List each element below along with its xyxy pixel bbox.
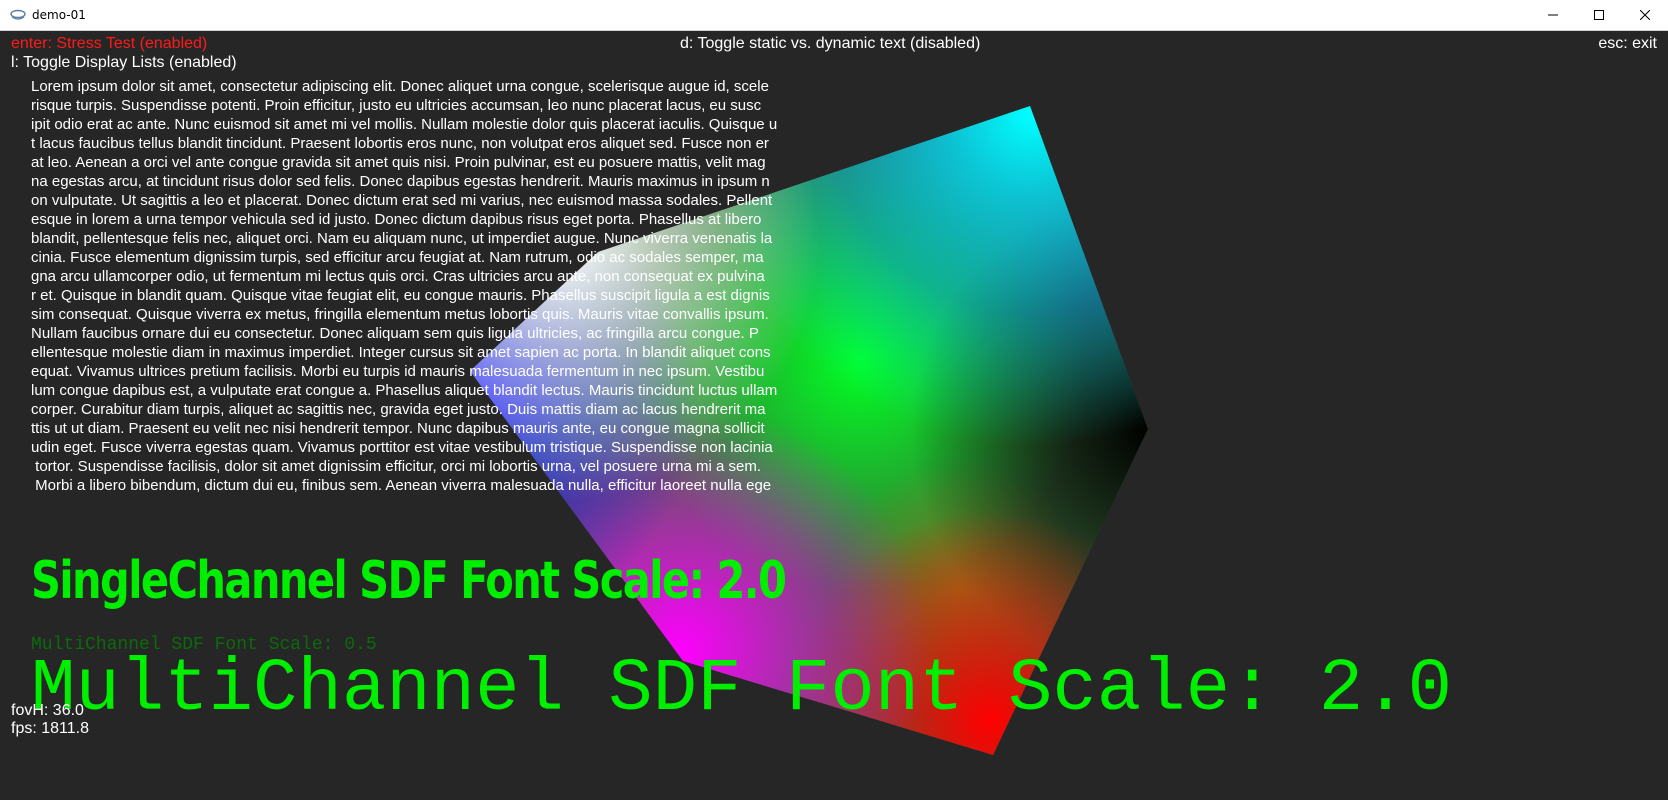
lorem-line: corper. Curabitur diam turpis, aliquet a… [31, 401, 766, 418]
maximize-button[interactable] [1576, 0, 1622, 30]
app-icon [10, 9, 26, 20]
exit-hint: esc: exit [1598, 35, 1657, 52]
fov-readout: fovH: 36.0 [11, 702, 84, 719]
lorem-line: ellentesque molestie diam in maximus imp… [31, 344, 771, 361]
close-button[interactable] [1622, 0, 1668, 30]
lorem-text-block: Lorem ipsum dolor sit amet, consectetur … [31, 77, 871, 495]
lorem-line: t lacus faucibus tellus blandit tincidun… [31, 135, 769, 152]
lorem-line: lum congue dapibus est, a vulputate erat… [31, 382, 778, 399]
display-lists-hint: l: Toggle Display Lists (enabled) [11, 54, 237, 71]
single-channel-sdf-text: SingleChannel SDF Font Scale: 2.0 [31, 551, 787, 611]
maximize-icon [1594, 10, 1604, 20]
lorem-line: ttis ut ut diam. Praesent eu velit nec n… [31, 420, 765, 437]
lorem-line: risque turpis. Suspendisse potenti. Proi… [31, 97, 762, 114]
toggle-text-hint: d: Toggle static vs. dynamic text (disab… [680, 35, 981, 52]
minimize-button[interactable] [1530, 0, 1576, 30]
lorem-line: Lorem ipsum dolor sit amet, consectetur … [31, 78, 769, 95]
lorem-line: sim consequat. Quisque viverra ex metus,… [31, 306, 769, 323]
lorem-line: gna arcu ullamcorper odio, ut fermentum … [31, 268, 765, 285]
lorem-line: blandit, pellentesque felis nec, aliquet… [31, 230, 773, 247]
lorem-line: tortor. Suspendisse facilisis, dolor sit… [31, 458, 762, 475]
fps-readout: fps: 1811.8 [11, 720, 89, 737]
stress-test-hint: enter: Stress Test (enabled) [11, 35, 208, 52]
title-bar[interactable]: demo-01 [0, 0, 1668, 31]
lorem-line: esque in lorem a urna tempor vehicula se… [31, 211, 762, 228]
lorem-line: ipit odio erat ac ante. Nunc euismod sit… [31, 116, 778, 133]
close-icon [1640, 10, 1650, 20]
lorem-line: cinia. Fusce elementum dignissim turpis,… [31, 249, 764, 266]
lorem-line: r et. Quisque in blandit quam. Quisque v… [31, 287, 770, 304]
lorem-line: na egestas arcu, at tincidunt risus dolo… [31, 173, 770, 190]
multi-channel-sdf-big-text: MultiChannel SDF Font Scale: 2.0 [31, 648, 1453, 732]
lorem-line: udin eget. Fusce viverra egestas quam. V… [31, 439, 773, 456]
lorem-line: equat. Vivamus ultrices pretium facilisi… [31, 363, 765, 380]
minimize-icon [1548, 14, 1558, 16]
lorem-line: at leo. Aenean a orci vel ante congue gr… [31, 154, 766, 171]
window-title: demo-01 [32, 8, 86, 22]
lorem-line: Nullam faucibus ornare dui eu consectetu… [31, 325, 759, 342]
render-viewport[interactable]: enter: Stress Test (enabled) d: Toggle s… [0, 31, 1668, 800]
lorem-line: Morbi a libero bibendum, dictum dui eu, … [31, 477, 772, 494]
lorem-line: on vulputate. Ut sagittis a leo et place… [31, 192, 773, 209]
